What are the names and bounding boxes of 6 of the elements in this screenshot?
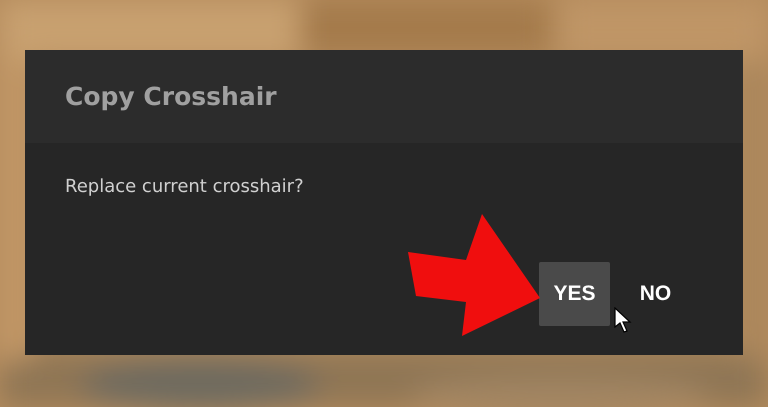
dialog-button[interactable]: YES: [539, 262, 610, 326]
dialog-button[interactable]: NO: [620, 262, 691, 326]
cursor-icon: [614, 307, 632, 333]
dialog-title: Copy Crosshair: [65, 80, 277, 113]
dialog-message: Replace current crosshair?: [65, 176, 304, 197]
arrow-icon: [406, 214, 542, 336]
